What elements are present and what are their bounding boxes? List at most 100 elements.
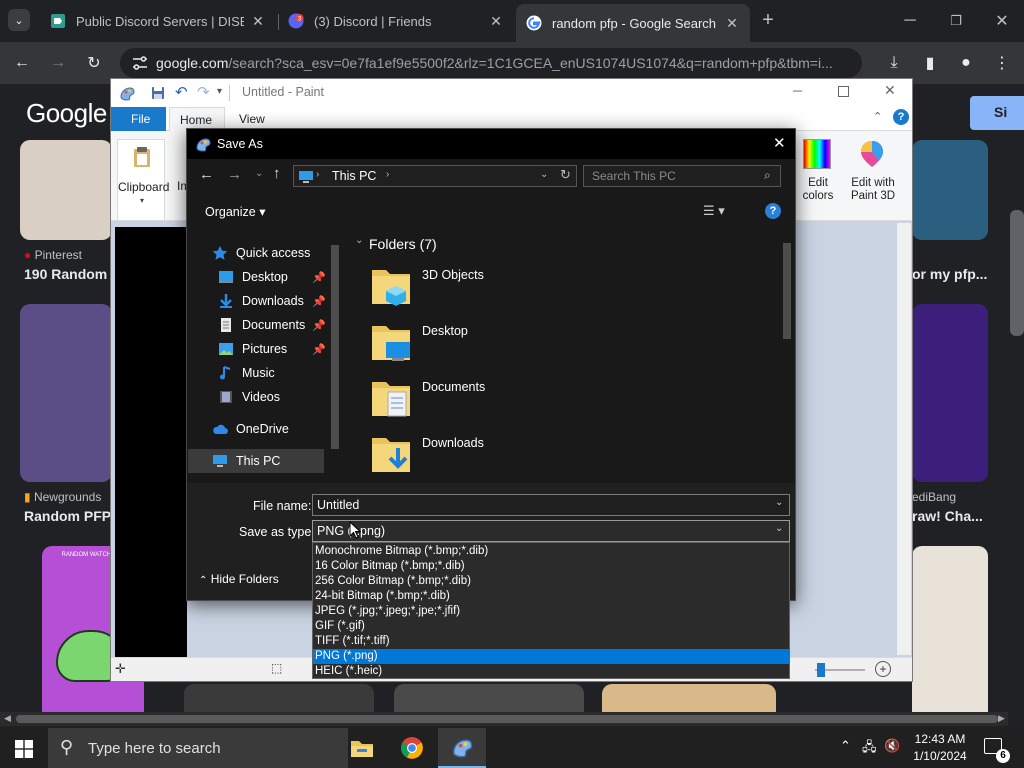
side-panel-icon[interactable]: ▮ [918,51,942,75]
tab-close-icon[interactable]: ✕ [724,15,740,32]
result-image[interactable] [20,304,112,482]
chrome-icon[interactable] [400,736,424,760]
back-arrow-icon[interactable]: ← [10,51,34,75]
nav-forward-icon[interactable]: → [227,166,242,183]
clock-date[interactable]: 1/10/2024 [908,749,972,763]
paint-vertical-scrollbar[interactable] [897,223,911,655]
profile-icon[interactable]: ● [954,51,978,75]
volume-muted-icon[interactable]: 🔇 [884,738,900,754]
windows-start-icon[interactable] [15,740,33,758]
folder-documents[interactable]: Documents [370,376,485,426]
search-this-pc-input[interactable]: Search This PC ⌕ [583,165,781,187]
type-option[interactable]: HEIC (*.heic) [313,664,789,679]
address-bar[interactable]: google.com/search?sca_esv=0e7fa1ef9e5500… [120,48,862,78]
folder-downloads[interactable]: Downloads [370,432,484,482]
redo-icon[interactable]: ↷ [197,83,210,101]
paint-help-icon[interactable]: ? [893,109,909,125]
type-option[interactable]: 24-bit Bitmap (*.bmp;*.dib) [313,589,789,604]
scroll-left-icon[interactable]: ◀ [4,713,11,724]
reload-icon[interactable]: ↻ [82,51,106,75]
quick-access-dropdown-icon[interactable]: ▾ [217,86,222,97]
type-option-selected[interactable]: PNG (*.png) [313,649,789,664]
page-scrollbar-thumb[interactable] [1010,210,1024,336]
type-option[interactable]: TIFF (*.tif;*.tiff) [313,634,789,649]
save-as-type-dropdown-icon[interactable]: ⌄ [775,523,783,534]
paint-minimize-icon[interactable]: ─ [793,83,802,98]
tab-disboard[interactable]: Public Discord Servers | DISBOA ✕ [40,6,276,36]
folders-collapse-icon[interactable]: ⌄ [355,235,363,246]
result-image[interactable] [912,546,988,722]
ribbon-tab-file[interactable]: File [111,107,166,131]
pin-icon[interactable]: 📌 [312,295,326,308]
nav-item-onedrive[interactable]: OneDrive [212,418,289,440]
folder-desktop[interactable]: Desktop [370,320,468,370]
restore-icon[interactable]: ❐ [944,9,968,33]
pin-icon[interactable]: 📌 [312,319,326,332]
clipboard-group[interactable]: Clipboard ▾ [117,139,169,221]
minimize-icon[interactable]: ─ [898,9,922,33]
tab-discord-friends[interactable]: 3 (3) Discord | Friends ✕ [278,6,514,36]
new-tab-button[interactable]: + [756,8,780,32]
forward-arrow-icon[interactable]: → [46,51,70,75]
tab-close-icon[interactable]: ✕ [488,13,504,30]
type-option[interactable]: JPEG (*.jpg;*.jpeg;*.jpe;*.jfif) [313,604,789,619]
taskbar-search-box[interactable]: ⚲ Type here to search [48,728,348,768]
nav-up-icon[interactable]: ↑ [273,165,281,182]
organize-button[interactable]: Organize ▾ [205,204,265,219]
ribbon-tab-view[interactable]: View [239,112,265,126]
hide-folders-button[interactable]: ⌃ Hide Folders [199,572,279,586]
refresh-icon[interactable]: ↻ [560,167,571,183]
folder-3d-objects[interactable]: 3D Objects [370,264,484,314]
pin-icon[interactable]: 📌 [312,343,326,356]
save-as-close-icon[interactable]: ✕ [773,134,786,152]
nav-item-downloads[interactable]: Downloads [218,290,304,312]
result-image[interactable] [20,140,112,240]
breadcrumb-dropdown-icon[interactable]: ⌄ [540,169,548,180]
nav-item-quick-access[interactable]: Quick access [212,242,310,264]
type-option[interactable]: 256 Color Bitmap (*.bmp;*.dib) [313,574,789,589]
sign-in-button[interactable]: Si [970,96,1024,130]
file-explorer-icon[interactable] [350,738,374,758]
ribbon-collapse-icon[interactable]: ⌃ [873,110,882,123]
nav-item-videos[interactable]: Videos [218,386,280,408]
result-title[interactable]: raw! Cha... [912,508,983,524]
result-title[interactable]: 190 Random [24,266,107,282]
save-as-type-select[interactable]: PNG (*.png) ⌄ [312,520,790,542]
edit-with-paint3d-button[interactable]: Edit with Paint 3D [843,139,903,221]
nav-item-pictures[interactable]: Pictures [218,338,287,360]
file-name-dropdown-icon[interactable]: ⌄ [775,497,783,508]
undo-icon[interactable]: ↶ [175,83,188,101]
zoom-in-icon[interactable]: + [875,661,891,677]
paint-close-icon[interactable]: ✕ [884,82,896,99]
type-option[interactable]: 16 Color Bitmap (*.bmp;*.dib) [313,559,789,574]
save-icon[interactable] [151,86,165,100]
nav-item-documents[interactable]: Documents [218,314,305,336]
close-window-icon[interactable]: ✕ [990,9,1014,33]
file-name-input[interactable]: Untitled ⌄ [312,494,790,516]
paint-maximize-icon[interactable] [838,86,849,97]
nav-item-this-pc[interactable]: This PC [212,450,280,472]
download-icon[interactable]: ⤓ [882,51,906,75]
edit-colors-button[interactable]: Edit colors [797,139,837,221]
result-title[interactable]: or my pfp... [912,266,987,282]
tab-search-chevron-icon[interactable]: ⌄ [8,9,30,31]
type-option[interactable]: Monochrome Bitmap (*.bmp;*.dib) [313,544,789,559]
breadcrumb-this-pc[interactable]: This PC [332,169,376,183]
nav-pane-scrollbar[interactable] [329,229,341,481]
tab-google-search[interactable]: random pfp - Google Search ✕ [516,4,750,42]
address-breadcrumb[interactable]: › This PC › ⌄ ↻ [293,165,577,187]
nav-item-music[interactable]: Music [218,362,275,384]
result-image[interactable] [912,304,988,482]
change-view-icon[interactable]: ☰ ▾ [703,203,725,219]
result-image[interactable] [912,140,988,240]
menu-kebab-icon[interactable]: ⋮ [990,51,1014,75]
type-option[interactable]: GIF (*.gif) [313,619,789,634]
zoom-slider-thumb[interactable] [817,663,825,677]
result-title[interactable]: Random PFP [24,508,111,524]
nav-item-desktop[interactable]: Desktop [218,266,288,288]
file-list-scrollbar[interactable] [781,229,793,481]
folders-group-header[interactable]: Folders (7) [369,236,437,252]
clock-time[interactable]: 12:43 AM [908,732,972,746]
paint-taskbar-button[interactable] [438,728,486,768]
tab-close-icon[interactable]: ✕ [250,13,266,30]
